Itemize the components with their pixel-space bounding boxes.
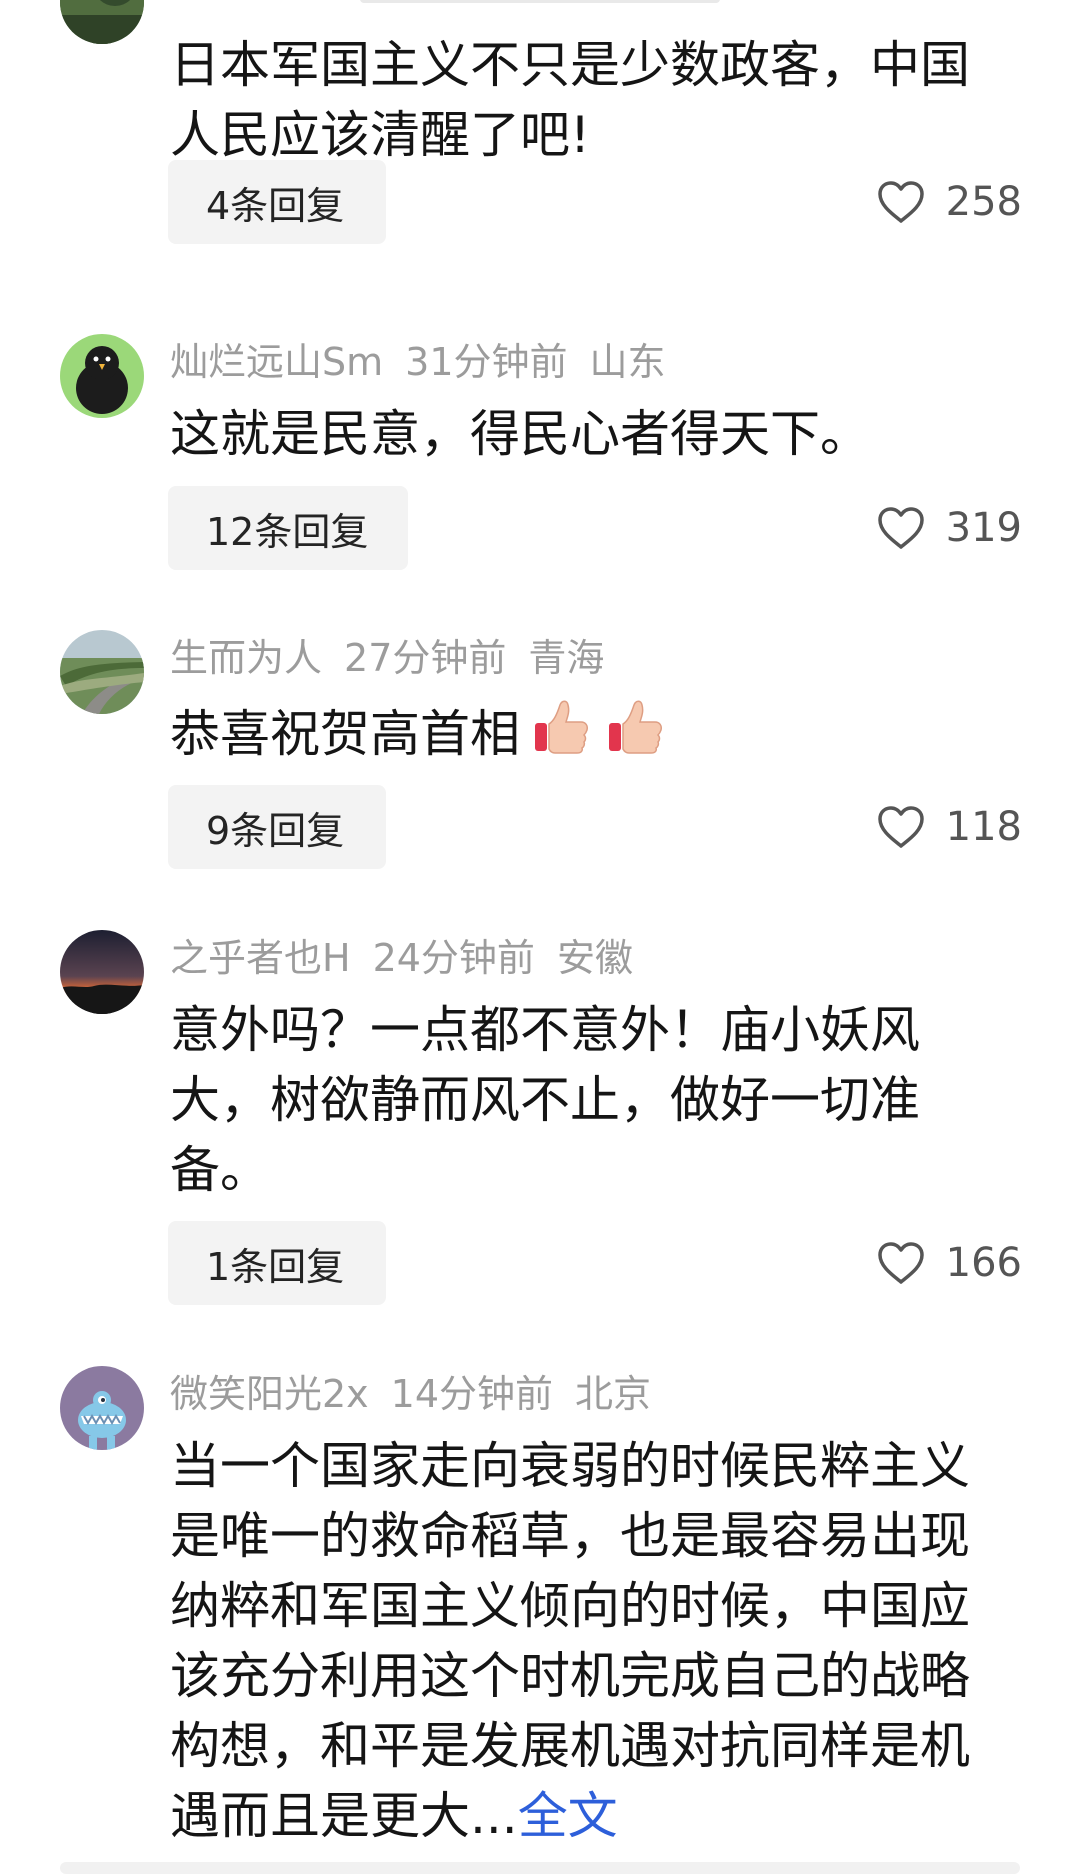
comment-text-content: 恭喜祝贺高首相 [170, 705, 520, 763]
comment-text: 恭喜祝贺高首相 [170, 695, 990, 769]
reply-count-button[interactable]: 12条回复 [168, 486, 408, 570]
like-button[interactable]: 166 [876, 1221, 1022, 1305]
username[interactable]: 灿烂远山Sm [170, 340, 383, 384]
heart-icon [877, 181, 924, 223]
like-count: 118 [945, 804, 1022, 850]
like-count: 258 [945, 179, 1022, 225]
like-button[interactable]: 258 [876, 160, 1022, 244]
avatar[interactable] [60, 1366, 144, 1450]
location: 安徽 [556, 936, 633, 980]
username[interactable]: 之乎者也H [170, 936, 351, 980]
reply-count-button[interactable]: 9条回复 [168, 785, 386, 869]
location: 青海 [528, 636, 605, 680]
location: 山东 [589, 340, 666, 384]
comment-text: 这就是民意，得民心者得天下。 [170, 405, 870, 463]
comment-meta: 微笑阳光2x 14分钟前 北京 [170, 1370, 673, 1418]
comment-text: 日本军国主义不只是少数政客，中国人民应该清醒了吧! [170, 36, 970, 164]
heart-icon [877, 806, 924, 848]
reply-count-label: 1条回复 [206, 1244, 345, 1289]
comment-time: 31分钟前 [405, 340, 568, 384]
comment-text-content: 当一个国家走向衰弱的时候民粹主义是唯一的救命稻草，也是最容易出现纳粹和军国主义倾… [170, 1437, 970, 1845]
reply-count-button[interactable]: 1条回复 [168, 1221, 386, 1305]
heart-icon [877, 507, 924, 549]
username[interactable]: 微笑阳光2x [170, 1372, 369, 1416]
reply-count-label: 4条回复 [206, 183, 345, 228]
thumbs-up-emoji-icon [535, 700, 588, 754]
location: 北京 [575, 1372, 652, 1416]
comment-meta: 灿烂远山Sm 31分钟前 山东 [170, 338, 688, 386]
avatar[interactable] [60, 930, 144, 1014]
username[interactable]: 生而为人 [170, 636, 322, 680]
comment-text: 当一个国家走向衰弱的时候民粹主义是唯一的救命稻草，也是最容易出现纳粹和军国主义倾… [170, 1431, 990, 1851]
reply-count-label: 12条回复 [206, 509, 369, 554]
top-handle [360, 0, 720, 3]
avatar[interactable] [60, 0, 144, 44]
like-count: 319 [945, 505, 1022, 551]
like-button[interactable]: 118 [876, 785, 1022, 869]
bottom-separator [60, 1862, 1020, 1874]
expand-full-text-link[interactable]: 全文 [518, 1787, 618, 1845]
like-count: 166 [945, 1240, 1022, 1286]
comment-text: 意外吗？一点都不意外！庙小妖风大，树欲静而风不止，做好一切准备。 [170, 1001, 920, 1199]
avatar-bird-image [60, 334, 144, 418]
reply-count-label: 9条回复 [206, 808, 345, 853]
avatar[interactable] [60, 630, 144, 714]
comment-meta: 之乎者也H 24分钟前 安徽 [170, 934, 655, 982]
comment-time: 14分钟前 [390, 1372, 554, 1416]
avatar-sunset-image [60, 930, 144, 1014]
like-button[interactable]: 319 [876, 486, 1022, 570]
avatar-landscape-image [60, 0, 144, 44]
reply-count-button[interactable]: 4条回复 [168, 160, 386, 244]
avatar[interactable] [60, 334, 144, 418]
heart-icon [877, 1242, 924, 1284]
thumbs-up-emoji-icon [609, 700, 662, 754]
avatar-monster-image [60, 1366, 144, 1450]
comment-time: 27分钟前 [344, 636, 507, 680]
comment-time: 24分钟前 [372, 936, 535, 980]
comment-meta: 生而为人 27分钟前 青海 [170, 634, 626, 682]
avatar-road-image [60, 630, 144, 714]
